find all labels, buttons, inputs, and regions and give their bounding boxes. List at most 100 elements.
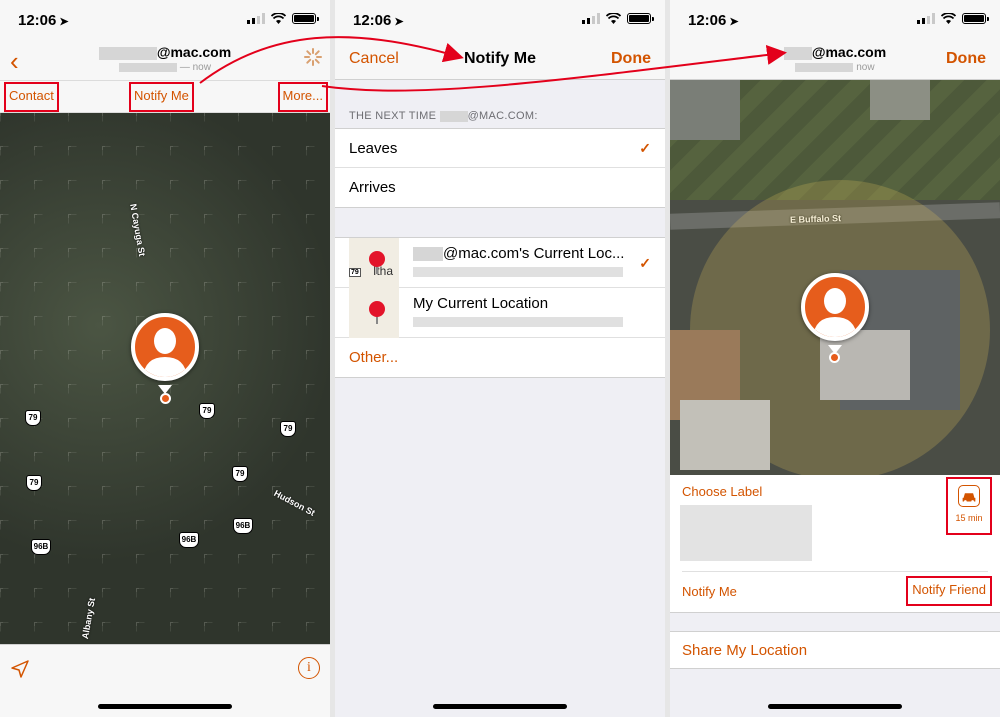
checkmark-icon: ✓ [639,140,651,156]
map-thumbnail [349,288,399,338]
choose-label-button[interactable]: Choose Label [682,484,762,499]
home-indicator [433,704,567,709]
location-friend[interactable]: 79 Itha @mac.com's Current Loc... ✓ [335,238,665,288]
pin-stem [376,266,378,274]
route-shield-79: 79 [25,410,41,426]
signal-icon [582,13,600,24]
checkmark-icon: ✓ [639,255,651,271]
option-label: Arrives [349,179,396,196]
route-shield-96b: 96B [31,539,51,555]
nav-bar: Cancel Notify Me Done [335,40,665,80]
notify-friend-button[interactable]: Notify Friend [906,576,992,606]
share-my-location-button[interactable]: Share My Location [670,631,1000,669]
location-options: 79 Itha @mac.com's Current Loc... ✓ My C… [335,237,665,378]
route-shield-96b: 96B [179,532,199,548]
map-thumbnail: 79 Itha [349,238,399,288]
notify-me-button[interactable]: Notify Me [129,82,194,112]
redacted-address [413,317,623,327]
other-label: Other... [349,349,399,366]
red-pin-icon [369,251,385,267]
bottom-toolbar: i [0,644,330,717]
other-location-button[interactable]: Other... [335,338,665,377]
bottom-area [670,669,1000,717]
status-time: 12:06 ➤ [688,12,739,29]
friend-subtitle: — now [0,62,330,73]
location-mine[interactable]: My Current Location [335,288,665,338]
directions-car-button[interactable]: 15 min [946,477,992,535]
route-shield-79: 79 [232,466,248,482]
location-label: My Current Location [413,295,549,312]
section-gap [670,612,1000,631]
status-icons [247,13,319,24]
wifi-icon [606,13,621,24]
location-arrow-icon[interactable] [10,659,30,679]
section-header: THE NEXT TIME @MAC.COM: [349,110,538,122]
redacted-name [783,46,812,60]
route-shield-79: 79 [349,268,361,277]
trigger-options: Leaves ✓ Arrives [335,128,665,208]
signal-icon [247,13,265,24]
redacted-address [413,267,623,277]
home-indicator [98,704,232,709]
satellite-map[interactable]: N Cayuga St Hudson St Albany St 79 79 79… [0,113,330,644]
redacted-location [795,62,854,72]
contact-button[interactable]: Contact [4,82,59,112]
nav-bar: ‹ @mac.com — now [0,40,330,80]
done-button[interactable]: Done [611,50,651,68]
redacted-name [98,46,157,60]
status-icons [917,13,989,24]
signal-icon [917,13,935,24]
location-label: @mac.com's Current Loc... [413,245,624,262]
location-dot [829,352,840,363]
option-label: Leaves [349,140,398,157]
route-shield-79: 79 [26,475,42,491]
person-silhouette-icon [143,328,187,377]
pin-stem [376,316,378,324]
friend-detail-screen: 12:06 ➤ @mac.com now Done E Buffalo St C… [670,0,1000,717]
divider [682,571,988,572]
wifi-icon [271,13,286,24]
map-building [670,80,740,140]
route-shield-79: 79 [280,421,296,437]
map-building [680,400,770,470]
map-building [870,80,930,120]
info-icon[interactable]: i [298,657,320,679]
action-bar: Contact Notify Me More... [0,80,330,113]
detail-sheet: Choose Label 15 min Notify Me Notify Fri… [670,475,1000,612]
status-bar: 12:06 ➤ [0,0,330,40]
home-indicator [768,704,902,709]
redacted-name [439,110,468,122]
status-bar: 12:06 ➤ [670,0,1000,40]
option-leaves[interactable]: Leaves ✓ [335,129,665,168]
location-dot [160,393,171,404]
battery-icon [292,13,319,24]
friend-location-pin[interactable] [801,273,869,341]
car-icon [958,485,980,507]
done-button[interactable]: Done [946,50,986,68]
redacted-label-area [680,505,812,561]
friend-title: @mac.com [0,44,330,60]
status-bar: 12:06 ➤ [335,0,665,40]
route-shield-79: 79 [199,403,215,419]
person-silhouette-icon [813,288,857,337]
satellite-map[interactable]: E Buffalo St [670,80,1000,475]
friend-location-pin[interactable] [131,313,199,381]
option-arrives[interactable]: Arrives [335,168,665,207]
redacted-location [119,62,178,72]
red-pin-icon [369,301,385,317]
status-time: 12:06 ➤ [353,12,404,29]
travel-time: 15 min [955,513,983,523]
nav-bar: @mac.com now Done [670,40,1000,80]
status-time: 12:06 ➤ [18,12,69,29]
route-shield-96b: 96B [233,518,253,534]
notify-me-screen: 12:06 ➤ Cancel Notify Me Done THE NEXT TI… [335,0,665,717]
battery-icon [962,13,989,24]
notify-me-button[interactable]: Notify Me [682,584,737,599]
redacted-name [413,247,443,262]
more-button[interactable]: More... [277,82,329,112]
wifi-icon [941,13,956,24]
status-icons [582,13,654,24]
loading-spinner-icon [304,48,322,66]
battery-icon [627,13,654,24]
find-friends-map-screen: 12:06 ➤ ‹ @mac.com — now Contact Notify M… [0,0,330,717]
